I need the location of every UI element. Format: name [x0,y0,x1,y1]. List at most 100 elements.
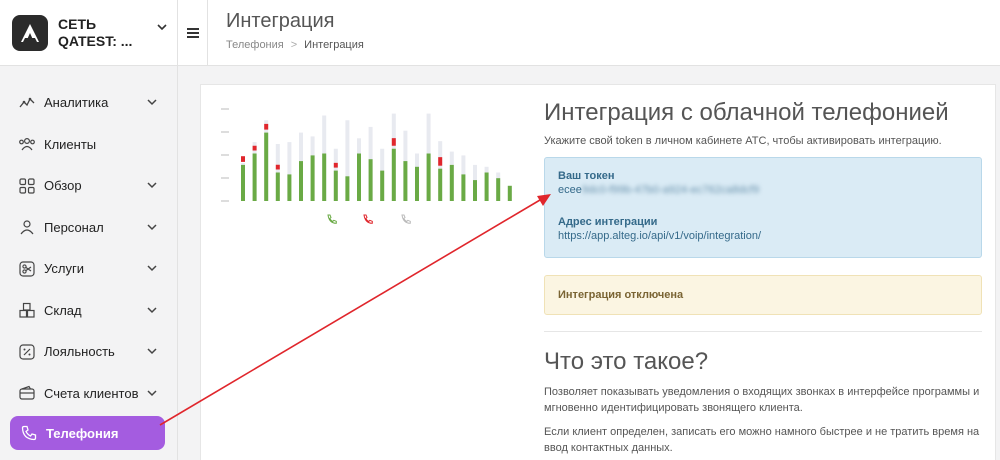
hamburger-icon[interactable] [178,0,208,66]
bar-missed [252,145,257,151]
chevron-down-icon[interactable] [147,95,157,110]
sidebar-item-4[interactable]: Услуги [0,248,177,290]
header: Интеграция Телефония > Интеграция [178,0,1000,66]
about-title: Что это такое? [544,348,709,375]
chevron-down-icon[interactable] [147,220,157,235]
bar-answered [241,164,245,201]
address-label: Адрес интеграции [558,216,658,228]
bar-answered [287,174,292,201]
bar-missed [333,162,338,168]
org-switcher[interactable]: СЕТЬ QATEST: ... [0,0,177,66]
bar-answered [449,164,454,201]
bar-answered [484,172,489,201]
sidebar-item-label: Телефония [46,425,119,441]
boxes-icon [18,301,36,319]
page-title: Интеграция [226,10,335,32]
org-name: СЕТЬ QATEST: ... [58,15,133,49]
chevron-down-icon[interactable] [147,303,157,318]
wallet-icon [18,384,36,402]
bar-answered [299,161,303,201]
axis-tick [221,131,229,133]
person-icon [18,218,36,236]
sidebar: СЕТЬ QATEST: ... Аналитика Клиенты Обзор Пе… [0,0,178,460]
sidebar-item-8[interactable]: Телефония [10,416,165,450]
bar-answered [415,166,419,201]
bar-answered [345,176,350,201]
integration-panel: Интеграция с облачной телефонией Укажите… [544,99,982,456]
sidebar-item-3[interactable]: Персонал [0,207,177,249]
bar-answered [473,180,477,201]
bar-missed [275,164,280,170]
chevron-down-icon[interactable] [147,261,157,276]
brand-logo [12,14,48,51]
bar-answered [357,153,361,201]
token-info-box: Ваш токен ecee9dc0-f99b-47b0-a924-ec762c… [544,157,982,258]
sidebar-item-2[interactable]: Обзор [0,165,177,207]
bar-answered [461,174,466,201]
bar-missed [241,156,245,162]
axis-tick [221,154,229,156]
integration-title: Интеграция с облачной телефонией [544,99,949,126]
bar-answered [264,132,269,201]
token-value-masked: 9dc0-f99b-47b0-a924-ec762ca8dcf9 [581,184,760,196]
sidebar-item-label: Счета клиентов [44,385,139,401]
sidebar-item-5[interactable]: Склад [0,290,177,332]
grid-icon [18,177,36,195]
bar-answered [426,153,431,201]
phone-icon [327,214,337,224]
analytics-icon [18,94,36,112]
sidebar-item-label: Услуги [44,261,84,277]
bar-missed [391,138,396,146]
breadcrumb: Телефония > Интеграция [226,39,364,51]
integration-subtitle: Укажите свой token в личном кабинете АТС… [544,135,942,147]
calls-illustration [221,108,512,224]
chevron-down-icon[interactable] [147,178,157,193]
phone-icon [363,214,373,224]
axis-tick [221,177,229,179]
sidebar-item-7[interactable]: Счета клиентов [0,373,177,415]
sidebar-item-label: Персонал [44,219,104,235]
sidebar-item-label: Клиенты [44,136,97,152]
token-label: Ваш токен [558,170,615,182]
divider [544,331,982,332]
address-value[interactable]: https://app.alteg.io/api/v1/voip/integra… [558,230,968,242]
chevron-down-icon[interactable] [157,21,167,35]
about-paragraph-2: Если клиент определен, записать его можн… [544,426,980,454]
sidebar-item-1[interactable]: Клиенты [0,124,177,166]
axis-tick [221,200,229,202]
bar-answered [252,153,257,201]
axis-tick [221,108,229,110]
clients-icon [18,135,36,153]
chevron-down-icon[interactable] [147,386,157,401]
sidebar-item-label: Аналитика [44,95,109,111]
breadcrumb-item-telephony[interactable]: Телефония [226,39,284,51]
bar-answered [391,148,396,201]
sidebar-item-label: Склад [44,302,82,318]
token-value[interactable]: ecee9dc0-f99b-47b0-a924-ec762ca8dcf9 [558,184,968,196]
phone-icon [401,214,411,224]
bar-answered [507,185,512,201]
about-paragraph-1: Позволяет показывать уведомления о входя… [544,386,980,414]
bar-missed [264,123,269,130]
breadcrumb-item-current: Интеграция [304,39,364,51]
percent-icon [18,343,36,361]
bar-answered [275,172,280,201]
sidebar-item-0[interactable]: Аналитика [0,82,177,124]
bar-missed [438,157,443,166]
integration-card: Интеграция с облачной телефонией Укажите… [200,84,996,460]
bar-answered [403,161,408,201]
chevron-down-icon[interactable] [147,344,157,359]
breadcrumb-separator-icon: > [290,39,298,51]
sidebar-item-6[interactable]: Лояльность [0,331,177,373]
scissors-icon [18,260,36,278]
bar-answered [322,153,327,201]
phone-icon [20,424,38,442]
status-alert: Интеграция отключена [544,275,982,315]
sidebar-menu: Аналитика Клиенты Обзор Персонал Услуги Склад… [0,66,177,450]
bar-answered [310,155,315,201]
bar-answered [380,170,385,201]
bar-answered [496,178,501,201]
bar-answered [333,170,338,201]
bar-answered [438,168,443,201]
sidebar-item-label: Лояльность [44,344,115,360]
